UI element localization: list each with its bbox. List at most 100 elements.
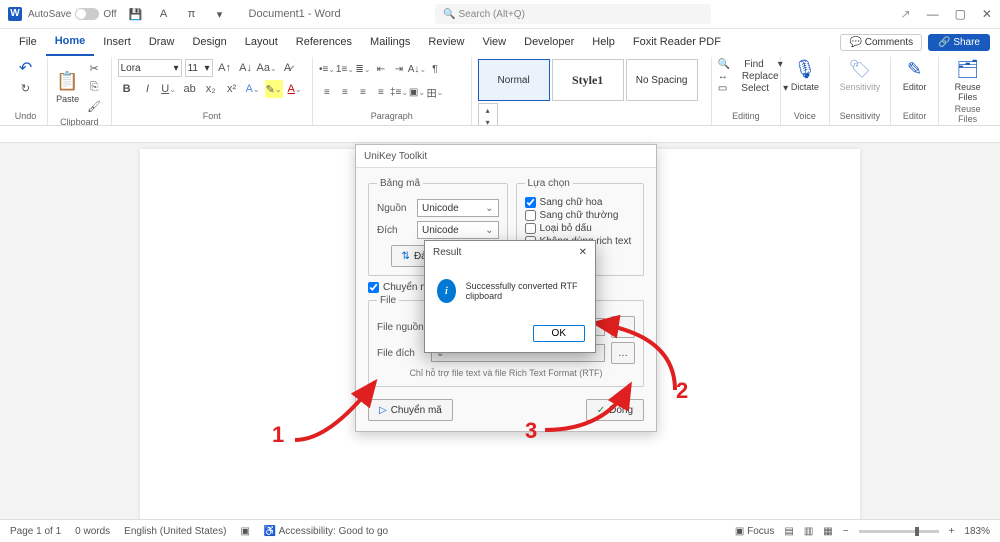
- ribbon-display-icon[interactable]: ↗: [901, 7, 911, 21]
- save-icon[interactable]: 💾: [127, 5, 145, 23]
- zoom-level[interactable]: 183%: [964, 526, 990, 537]
- tab-design[interactable]: Design: [183, 29, 235, 55]
- minimize-icon[interactable]: —: [927, 7, 939, 21]
- italic-icon[interactable]: I: [139, 80, 157, 98]
- share-button[interactable]: 🔗 Share: [928, 34, 990, 51]
- redo-icon[interactable]: ↻: [17, 79, 35, 97]
- find-button[interactable]: 🔍 Find ▾: [718, 59, 783, 70]
- tab-insert[interactable]: Insert: [94, 29, 140, 55]
- justify-icon[interactable]: ≡: [373, 84, 389, 100]
- close-icon[interactable]: ✕: [982, 7, 992, 21]
- tab-file[interactable]: File: [10, 29, 46, 55]
- tab-mailings[interactable]: Mailings: [361, 29, 419, 55]
- tab-developer[interactable]: Developer: [515, 29, 583, 55]
- dictate-button[interactable]: 🎙Dictate: [787, 59, 823, 92]
- increase-indent-icon[interactable]: ⇥: [391, 61, 407, 77]
- tab-foxit[interactable]: Foxit Reader PDF: [624, 29, 730, 55]
- search-box[interactable]: 🔍 Search (Alt+Q): [435, 4, 711, 24]
- language[interactable]: English (United States): [124, 526, 226, 537]
- paste-button[interactable]: 📋 Paste: [54, 71, 81, 104]
- line-spacing-icon[interactable]: ‡≡: [391, 84, 407, 100]
- tab-review[interactable]: Review: [419, 29, 473, 55]
- accessibility[interactable]: ♿ Accessibility: Good to go: [264, 526, 388, 537]
- browse-dich-button[interactable]: …: [611, 342, 635, 364]
- web-layout-icon[interactable]: ▦: [823, 526, 832, 537]
- tab-help[interactable]: Help: [583, 29, 624, 55]
- strikethrough-icon[interactable]: ab: [181, 80, 199, 98]
- subscript-icon[interactable]: x₂: [202, 80, 220, 98]
- grow-font-icon[interactable]: A↑: [216, 59, 234, 77]
- clear-formatting-icon[interactable]: A̷: [279, 59, 297, 77]
- sort-icon[interactable]: A↓: [409, 61, 425, 77]
- undo-icon[interactable]: ↶: [17, 59, 35, 77]
- sensitivity-button[interactable]: 🏷Sensitivity: [836, 59, 884, 92]
- numbering-icon[interactable]: 1≡: [337, 61, 353, 77]
- page-count[interactable]: Page 1 of 1: [10, 526, 61, 537]
- multilevel-icon[interactable]: ≣: [355, 61, 371, 77]
- word-count[interactable]: 0 words: [75, 526, 110, 537]
- browse-nguon-button[interactable]: …: [611, 316, 635, 338]
- font-color-icon[interactable]: A: [286, 80, 304, 98]
- opt-sang-chu-thuong[interactable]: Sang chữ thường: [525, 210, 635, 221]
- shrink-font-icon[interactable]: A↓: [237, 59, 255, 77]
- select-button[interactable]: ▭ Select ▾: [718, 83, 788, 94]
- copy-icon[interactable]: ⎘: [85, 78, 103, 96]
- bullets-icon[interactable]: •≡: [319, 61, 335, 77]
- font-formatting-icon[interactable]: A: [155, 5, 173, 23]
- chuyen-ma-button[interactable]: ▷Chuyển mã: [368, 399, 453, 421]
- style-style1[interactable]: Style1: [552, 59, 624, 101]
- dong-button[interactable]: ✓Đóng: [586, 399, 644, 421]
- underline-icon[interactable]: U: [160, 80, 178, 98]
- toggle-off-icon[interactable]: [75, 8, 99, 20]
- horizontal-ruler[interactable]: [0, 126, 1000, 143]
- align-right-icon[interactable]: ≡: [355, 84, 371, 100]
- style-nospacing[interactable]: No Spacing: [626, 59, 698, 101]
- opt-loai-bo-dau[interactable]: Loại bỏ dấu: [525, 223, 635, 234]
- tab-home[interactable]: Home: [46, 28, 95, 56]
- style-normal[interactable]: Normal: [478, 59, 550, 101]
- borders-icon[interactable]: 田: [427, 84, 443, 100]
- maximize-icon[interactable]: ▢: [955, 7, 966, 21]
- comments-button[interactable]: 💬 Comments: [840, 34, 922, 51]
- read-mode-icon[interactable]: ▥: [804, 526, 813, 537]
- unikey-title-bar[interactable]: UniKey Toolkit: [356, 145, 656, 168]
- nguon-combo[interactable]: Unicode: [417, 199, 499, 217]
- format-painter-icon[interactable]: 🖌: [85, 97, 103, 115]
- tab-draw[interactable]: Draw: [140, 29, 184, 55]
- voice-group-label: Voice: [787, 109, 823, 123]
- result-close-icon[interactable]: ✕: [579, 247, 587, 258]
- focus-mode[interactable]: ▣ Focus: [735, 526, 774, 537]
- replace-button[interactable]: ↔ Replace: [718, 71, 779, 82]
- tab-references[interactable]: References: [287, 29, 361, 55]
- superscript-icon[interactable]: x²: [223, 80, 241, 98]
- highlight-icon[interactable]: ✎: [265, 80, 283, 98]
- zoom-slider[interactable]: [859, 530, 939, 533]
- font-size-combo[interactable]: 11▾: [185, 59, 213, 77]
- reuse-files-button[interactable]: 🗂Reuse Files: [945, 59, 990, 102]
- font-name-combo[interactable]: Lora▾: [118, 59, 182, 77]
- autosave-toggle[interactable]: AutoSave Off: [28, 8, 117, 20]
- shading-icon[interactable]: ▣: [409, 84, 425, 100]
- zoom-out-icon[interactable]: −: [843, 526, 849, 537]
- file-dich-label: File đích: [377, 348, 425, 359]
- bold-icon[interactable]: B: [118, 80, 136, 98]
- show-marks-icon[interactable]: ¶: [427, 61, 443, 77]
- opt-sang-chu-hoa[interactable]: Sang chữ hoa: [525, 197, 635, 208]
- styles-up-icon[interactable]: ▴: [479, 104, 497, 116]
- print-layout-icon[interactable]: ▤: [784, 526, 793, 537]
- dich-combo[interactable]: Unicode: [417, 221, 499, 239]
- zoom-in-icon[interactable]: +: [949, 526, 955, 537]
- change-case-icon[interactable]: Aa: [258, 59, 276, 77]
- tab-layout[interactable]: Layout: [236, 29, 287, 55]
- align-left-icon[interactable]: ≡: [319, 84, 335, 100]
- editor-button[interactable]: ✎Editor: [897, 59, 933, 92]
- cut-icon[interactable]: ✂: [85, 59, 103, 77]
- tab-view[interactable]: View: [473, 29, 515, 55]
- text-effects-icon[interactable]: A: [244, 80, 262, 98]
- equation-icon[interactable]: π: [183, 5, 201, 23]
- align-center-icon[interactable]: ≡: [337, 84, 353, 100]
- qat-dropdown-icon[interactable]: ▾: [211, 5, 229, 23]
- macro-icon[interactable]: ▣: [240, 526, 249, 537]
- ok-button[interactable]: OK: [533, 325, 585, 342]
- decrease-indent-icon[interactable]: ⇤: [373, 61, 389, 77]
